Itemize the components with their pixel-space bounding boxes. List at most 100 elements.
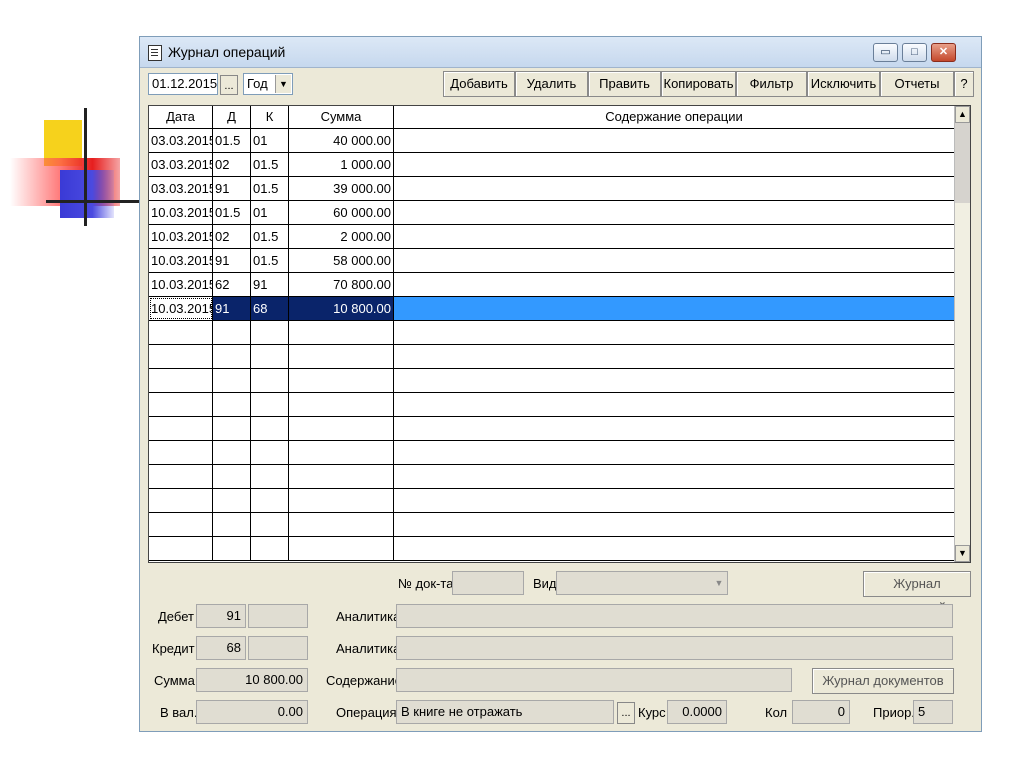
empty-table-row[interactable] (149, 441, 955, 465)
cell-date[interactable]: 03.03.2015 (149, 129, 213, 152)
cell-debit[interactable]: 01.5 (213, 201, 251, 224)
kind-select[interactable]: ▼ (556, 571, 728, 595)
cell-content[interactable] (394, 321, 955, 344)
cell-credit[interactable] (251, 489, 289, 512)
cell-content[interactable] (394, 441, 955, 464)
cell-credit[interactable] (251, 465, 289, 488)
table-row[interactable]: 10.03.2015 91 68 10 800.00 (149, 297, 955, 321)
cell-content[interactable] (394, 345, 955, 368)
column-header-date[interactable]: Дата (149, 106, 213, 128)
currency-field[interactable]: 0.00 (196, 700, 308, 724)
scroll-down-icon[interactable]: ▼ (955, 545, 970, 562)
cell-date[interactable] (149, 537, 213, 560)
cell-sum[interactable]: 1 000.00 (289, 153, 394, 176)
cell-debit[interactable] (213, 369, 251, 392)
empty-table-row[interactable] (149, 513, 955, 537)
date-input[interactable]: 01.12.2015 (148, 73, 218, 95)
date-picker-button[interactable]: ... (220, 75, 238, 95)
cell-debit[interactable]: 02 (213, 225, 251, 248)
scroll-thumb[interactable] (955, 123, 970, 203)
cell-credit[interactable] (251, 321, 289, 344)
credit-sub-field[interactable] (248, 636, 308, 660)
cell-credit[interactable]: 01 (251, 129, 289, 152)
cell-date[interactable]: 10.03.2015 (149, 297, 213, 320)
close-button[interactable]: ✕ (931, 43, 956, 62)
cell-content[interactable] (394, 537, 955, 560)
doc-number-field[interactable] (452, 571, 524, 595)
empty-table-row[interactable] (149, 537, 955, 561)
cell-sum[interactable] (289, 513, 394, 536)
kind-dropdown-arrow-icon[interactable]: ▼ (712, 574, 726, 592)
cell-sum[interactable]: 40 000.00 (289, 129, 394, 152)
column-header-debit[interactable]: Д (213, 106, 251, 128)
minimize-button[interactable]: ▭ (873, 43, 898, 62)
period-select[interactable]: Год ▼ (243, 73, 293, 95)
cell-debit[interactable]: 91 (213, 177, 251, 200)
cell-credit[interactable]: 01.5 (251, 225, 289, 248)
empty-table-row[interactable] (149, 369, 955, 393)
table-row[interactable]: 03.03.2015 02 01.5 1 000.00 (149, 153, 955, 177)
credit-field[interactable]: 68 (196, 636, 246, 660)
cell-credit[interactable] (251, 513, 289, 536)
cell-date[interactable] (149, 321, 213, 344)
cell-sum[interactable] (289, 321, 394, 344)
operation-picker-button[interactable]: ... (617, 702, 635, 724)
analytics-field-1[interactable] (396, 604, 953, 628)
cell-date[interactable]: 10.03.2015 (149, 201, 213, 224)
content-field[interactable] (396, 668, 792, 692)
scroll-up-icon[interactable]: ▲ (955, 106, 970, 123)
cell-content[interactable] (394, 273, 955, 296)
cell-sum[interactable] (289, 417, 394, 440)
empty-table-row[interactable] (149, 321, 955, 345)
debit-sub-field[interactable] (248, 604, 308, 628)
cell-credit[interactable] (251, 537, 289, 560)
cell-content[interactable] (394, 513, 955, 536)
cell-debit[interactable] (213, 393, 251, 416)
cell-date[interactable]: 03.03.2015 (149, 177, 213, 200)
cell-content[interactable] (394, 297, 955, 320)
cell-sum[interactable]: 2 000.00 (289, 225, 394, 248)
cell-credit[interactable] (251, 441, 289, 464)
reports-button[interactable]: Отчеты (880, 71, 954, 97)
cell-credit[interactable]: 01 (251, 201, 289, 224)
cell-content[interactable] (394, 489, 955, 512)
empty-table-row[interactable] (149, 345, 955, 369)
cell-content[interactable] (394, 153, 955, 176)
cell-debit[interactable] (213, 441, 251, 464)
journal-operations-button[interactable]: Журнал операций (863, 571, 971, 615)
maximize-button[interactable]: □ (902, 43, 927, 62)
rate-field[interactable]: 0.0000 (667, 700, 727, 724)
cell-date[interactable]: 10.03.2015 (149, 249, 213, 272)
cell-debit[interactable] (213, 537, 251, 560)
table-row[interactable]: 10.03.2015 01.5 01 60 000.00 (149, 201, 955, 225)
debit-field[interactable]: 91 (196, 604, 246, 628)
cell-debit[interactable]: 91 (213, 249, 251, 272)
edit-button[interactable]: Править (588, 71, 661, 97)
empty-table-row[interactable] (149, 489, 955, 513)
cell-date[interactable] (149, 345, 213, 368)
cell-date[interactable] (149, 513, 213, 536)
cell-sum[interactable]: 10 800.00 (289, 297, 394, 320)
column-header-credit[interactable]: К (251, 106, 289, 128)
cell-sum[interactable] (289, 537, 394, 560)
cell-content[interactable] (394, 369, 955, 392)
cell-debit[interactable] (213, 465, 251, 488)
cell-credit[interactable]: 68 (251, 297, 289, 320)
table-row[interactable]: 03.03.2015 01.5 01 40 000.00 (149, 129, 955, 153)
cell-sum[interactable]: 58 000.00 (289, 249, 394, 272)
cell-debit[interactable] (213, 417, 251, 440)
dropdown-arrow-icon[interactable]: ▼ (275, 75, 291, 93)
empty-table-row[interactable] (149, 465, 955, 489)
cell-debit[interactable] (213, 489, 251, 512)
table-row[interactable]: 10.03.2015 02 01.5 2 000.00 (149, 225, 955, 249)
cell-content[interactable] (394, 225, 955, 248)
cell-date[interactable]: 03.03.2015 (149, 153, 213, 176)
cell-content[interactable] (394, 201, 955, 224)
column-header-content[interactable]: Содержание операции (394, 106, 955, 128)
column-header-sum[interactable]: Сумма (289, 106, 394, 128)
operation-field[interactable]: В книге не отражать (396, 700, 614, 724)
cell-debit[interactable]: 01.5 (213, 129, 251, 152)
cell-date[interactable] (149, 417, 213, 440)
cell-credit[interactable]: 01.5 (251, 249, 289, 272)
cell-credit[interactable]: 01.5 (251, 177, 289, 200)
